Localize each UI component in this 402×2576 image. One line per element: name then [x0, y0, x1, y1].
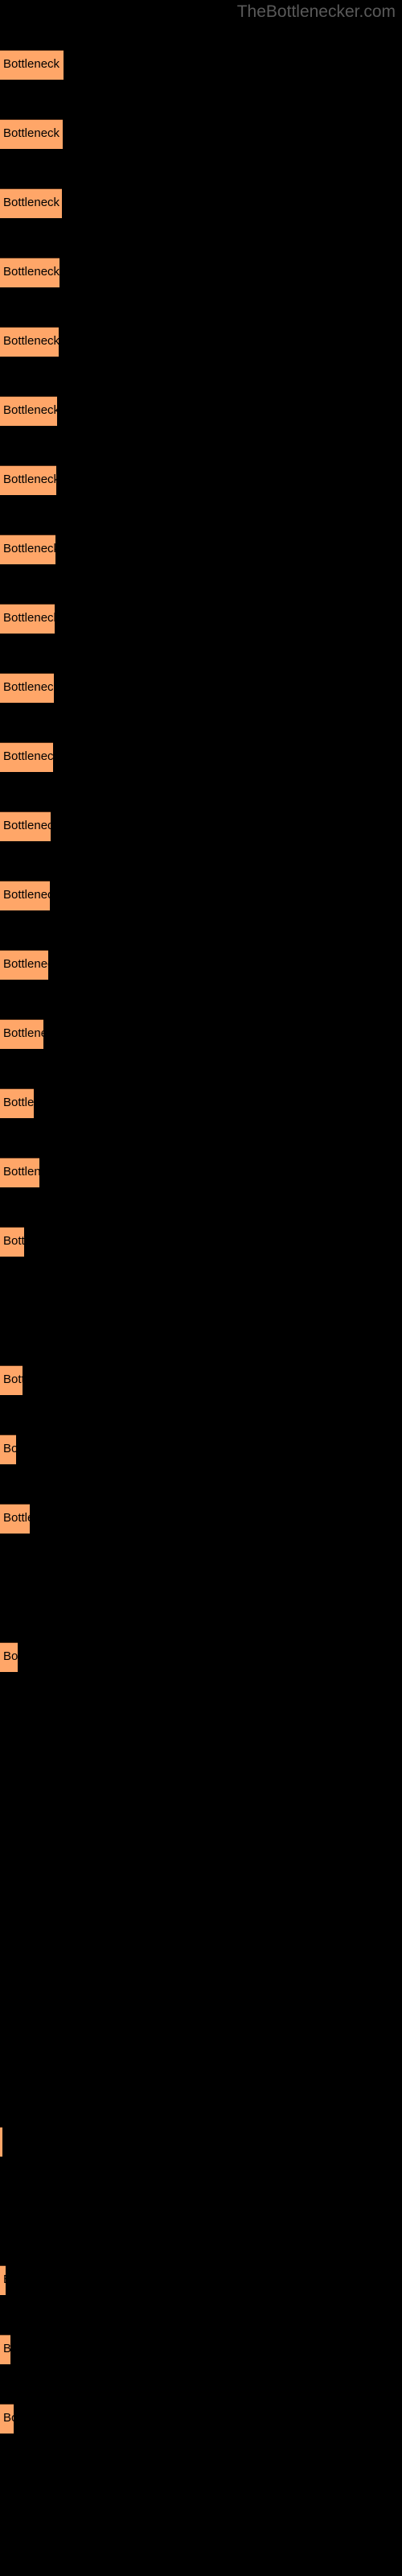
bar[interactable]: Bottleneck result — [0, 2334, 10, 2364]
bar-label: Bottleneck result — [3, 957, 48, 971]
bar-row: Bottleneck result — [0, 1227, 402, 1257]
bar-row: Bottleneck result — [0, 950, 402, 980]
bar[interactable]: Bottleneck result — [0, 188, 62, 218]
bar-label: Bottleneck result — [3, 2342, 10, 2356]
bar[interactable]: Bottleneck result — [0, 881, 50, 910]
bar-row: Bottleneck result — [0, 1781, 402, 1810]
bar[interactable]: Bottleneck result — [0, 1088, 34, 1118]
bar-row: Bottleneck result — [0, 535, 402, 564]
bar-label: Bottleneck result — [3, 888, 50, 902]
bar-row: Bottleneck result — [0, 604, 402, 634]
bar[interactable]: Bottleneck result — [0, 1435, 16, 1464]
bar-label: Bottleneck result — [3, 1511, 30, 1525]
bar-label: Bottleneck result — [3, 1442, 16, 1455]
bar-row: Bottleneck result — [0, 1088, 402, 1118]
bar[interactable]: Bottleneck result — [0, 1019, 43, 1049]
bar-chart-root: TheBottlenecker.com Bottleneck resultBot… — [0, 0, 402, 2576]
bar-label: Bottleneck result — [3, 403, 57, 417]
bar[interactable]: Bottleneck result — [0, 742, 53, 772]
bar-row: Bottleneck result — [0, 1019, 402, 1049]
bar-row: Bottleneck result — [0, 1504, 402, 1534]
bar-row: Bottleneck result — [0, 881, 402, 910]
bar-row: Bottleneck result — [0, 1158, 402, 1187]
bar[interactable]: Bottleneck result — [0, 535, 55, 564]
bar[interactable]: Bottleneck result — [0, 1227, 24, 1257]
bar-label: Bottleneck result — [3, 1373, 23, 1386]
bar-row: Bottleneck result — [0, 2334, 402, 2364]
bar-row: Bottleneck result — [0, 465, 402, 495]
bar-row: Bottleneck result — [0, 1988, 402, 2018]
bar[interactable]: Bottleneck result — [0, 1504, 30, 1534]
bar-label: Bottleneck result — [3, 126, 63, 140]
bar-label: Bottleneck result — [3, 680, 54, 694]
bar[interactable]: Bottleneck result — [0, 396, 57, 426]
bar[interactable]: Bottleneck result — [0, 1158, 39, 1187]
bar-row: Bottleneck result — [0, 742, 402, 772]
bar-label: Bottleneck result — [3, 334, 59, 348]
bar[interactable]: Bottleneck result — [0, 465, 56, 495]
bar-row: Bottleneck result — [0, 188, 402, 218]
bar-label: Bottleneck result — [3, 1026, 43, 1040]
bar[interactable]: Bottleneck result — [0, 1365, 23, 1395]
bar[interactable]: Bottleneck result — [0, 811, 51, 841]
bar-row: Bottleneck result — [0, 2473, 402, 2503]
bar[interactable]: Bottleneck result — [0, 50, 64, 80]
bar-row: Bottleneck result — [0, 2058, 402, 2087]
bar-row: Bottleneck result — [0, 2196, 402, 2226]
bar-row: Bottleneck result — [0, 1435, 402, 1464]
bar[interactable]: Bottleneck result — [0, 673, 54, 703]
bar[interactable]: Bottleneck result — [0, 119, 63, 149]
bar-row: Bottleneck result — [0, 1919, 402, 1949]
bar-row: Bottleneck result — [0, 119, 402, 149]
bar-row: Bottleneck result — [0, 2265, 402, 2295]
bar-label: Bottleneck result — [3, 57, 64, 71]
bar[interactable]: Bottleneck result — [0, 2265, 6, 2295]
bar-label: Bottleneck result — [3, 1096, 34, 1109]
bar-row: Bottleneck result — [0, 258, 402, 287]
bar-row: Bottleneck result — [0, 50, 402, 80]
bar[interactable]: Bottleneck result — [0, 258, 59, 287]
bar-row: Bottleneck result — [0, 396, 402, 426]
bar-label: Bottleneck result — [3, 265, 59, 279]
bar-row: Bottleneck result — [0, 2404, 402, 2434]
bar-row: Bottleneck result — [0, 673, 402, 703]
bar-row: Bottleneck result — [0, 811, 402, 841]
bar-label: Bottleneck result — [3, 2273, 6, 2287]
plot-area: Bottleneck result Bottleneck result Bottle… — [0, 0, 402, 2576]
bar-row: Bottleneck result — [0, 327, 402, 357]
bar-label: Bottleneck result — [3, 2411, 14, 2425]
bar-label: Bottleneck result — [3, 611, 55, 625]
bar-row: Bottleneck result — [0, 1573, 402, 1603]
bar-row: Bottleneck result — [0, 1850, 402, 1880]
bar[interactable]: Bottleneck result — [0, 2127, 2, 2157]
bar-label: Bottleneck result — [3, 1165, 39, 1179]
bar[interactable]: Bottleneck result — [0, 327, 59, 357]
bar-label: Bottleneck result — [3, 473, 56, 486]
bar-label: Bottleneck result — [3, 1649, 18, 1663]
bar-label: Bottleneck result — [3, 749, 53, 763]
bar[interactable]: Bottleneck result — [0, 1642, 18, 1672]
bar[interactable]: Bottleneck result — [0, 950, 48, 980]
bar-row: Bottleneck result — [0, 1642, 402, 1672]
bar-row: Bottleneck result — [0, 1296, 402, 1326]
bar-label: Bottleneck result — [3, 542, 55, 555]
bar-label: Bottleneck result — [3, 196, 62, 209]
bar[interactable]: Bottleneck result — [0, 2404, 14, 2434]
bar-row: Bottleneck result — [0, 1711, 402, 1741]
bar-row: Bottleneck result — [0, 1365, 402, 1395]
bar-row: Bottleneck result — [0, 2127, 402, 2157]
bar[interactable]: Bottleneck result — [0, 604, 55, 634]
bar-label: Bottleneck result — [3, 1234, 24, 1248]
bar-label: Bottleneck result — [3, 819, 51, 832]
